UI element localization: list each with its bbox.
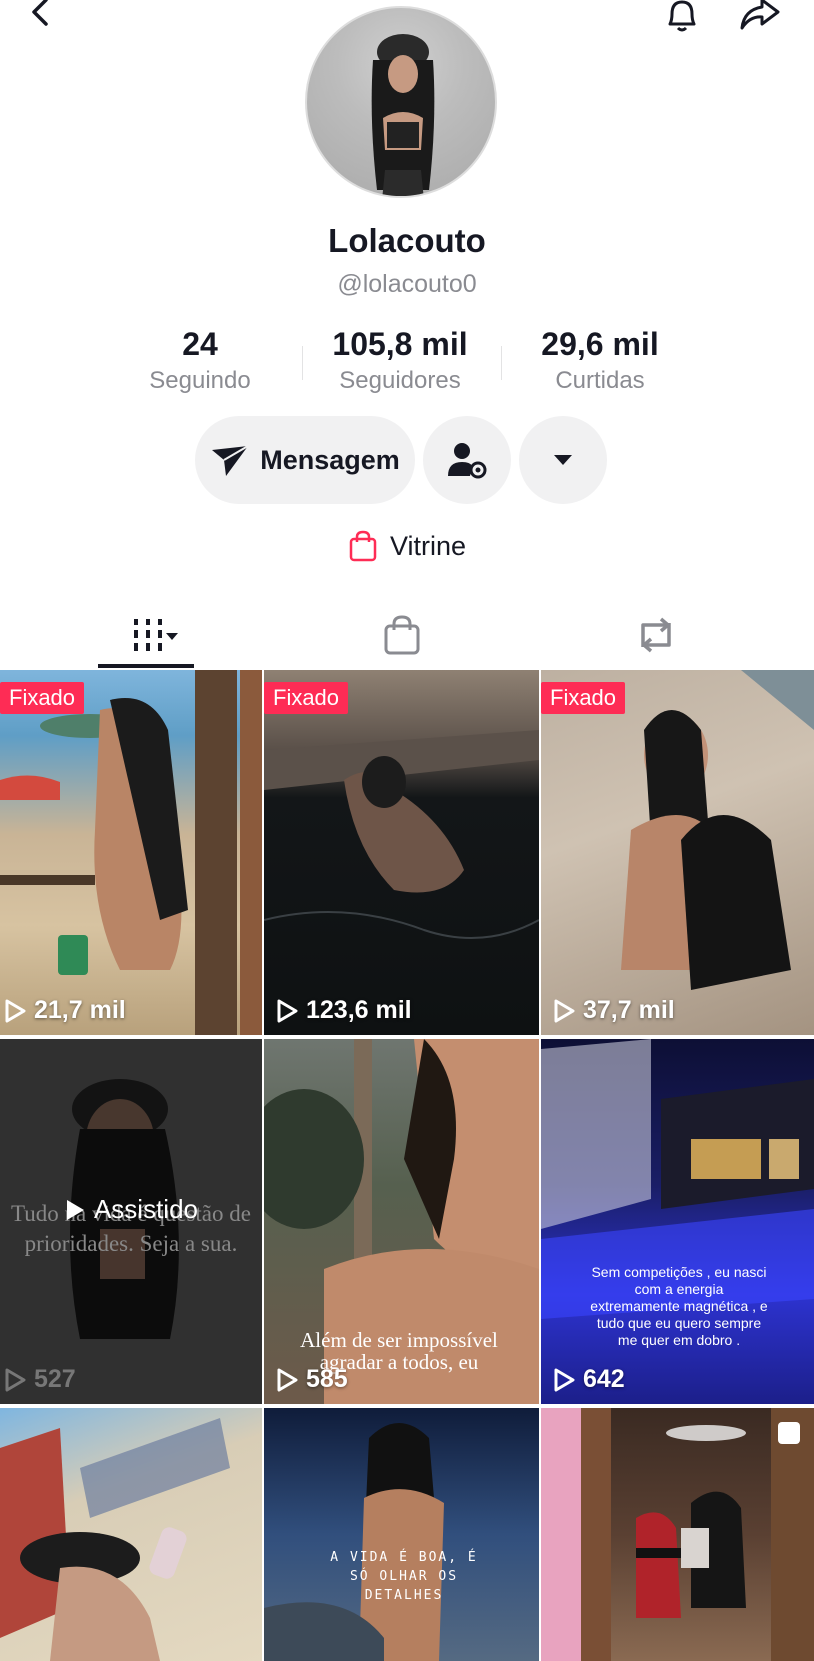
video-caption: Sem competições , eu nasci com a energia… xyxy=(590,1264,768,1348)
user-gear-icon xyxy=(448,443,487,479)
back-icon[interactable] xyxy=(22,0,58,34)
send-icon xyxy=(212,445,249,476)
play-icon xyxy=(554,999,575,1022)
message-button-label: Mensagem xyxy=(260,444,400,475)
video-image xyxy=(541,1039,814,1319)
profile-name: Lolacouto xyxy=(328,222,486,259)
video-thumbnail[interactable]: Sem competições , eu nasci com a energia… xyxy=(541,1039,814,1404)
video-image xyxy=(541,1408,814,1661)
video-thumbnail[interactable]: Além de ser impossível agradar a todos, … xyxy=(264,1039,539,1404)
active-tab-indicator xyxy=(98,664,194,668)
view-count-value: 37,7 mil xyxy=(583,996,675,1024)
stat-following[interactable]: 24 Seguindo xyxy=(100,326,300,395)
video-thumbnail[interactable]: A VIDA É BOA, É SÓ OLHAR OS DETALHES xyxy=(264,1408,539,1661)
view-count: 642 xyxy=(553,1365,625,1394)
video-image xyxy=(264,1423,444,1661)
video-thumbnail-watched[interactable]: Tudo na vida é questão de prioridades. S… xyxy=(0,1039,262,1404)
video-thumbnail[interactable]: Fixado 21,7 mil xyxy=(0,670,262,1035)
shop-bag-icon xyxy=(384,615,420,655)
video-thumbnail[interactable] xyxy=(0,1408,262,1661)
user-settings-button[interactable] xyxy=(423,416,511,504)
video-thumbnail[interactable] xyxy=(541,1408,814,1661)
view-count: 37,7 mil xyxy=(553,996,675,1025)
play-icon xyxy=(277,999,298,1022)
videos-grid-icon xyxy=(134,619,178,651)
caret-down-icon xyxy=(554,455,572,465)
stat-value: 105,8 mil xyxy=(332,326,468,362)
share-icon[interactable] xyxy=(736,0,784,38)
video-image xyxy=(621,670,814,990)
video-image xyxy=(0,1418,230,1661)
view-count-value: 123,6 mil xyxy=(306,996,412,1024)
stat-likes[interactable]: 29,6 mil Curtidas xyxy=(500,326,700,395)
stat-label: Seguindo xyxy=(149,367,251,394)
avatar[interactable] xyxy=(305,6,497,198)
view-count: 527 xyxy=(4,1365,76,1394)
play-icon xyxy=(554,1368,575,1391)
stat-value: 29,6 mil xyxy=(541,326,659,362)
stat-label: Seguidores xyxy=(339,367,461,394)
profile-stats: 24 Seguindo 105,8 mil Seguidores 29,6 mi… xyxy=(0,326,814,396)
play-icon xyxy=(277,1368,298,1391)
shopping-bag-icon xyxy=(349,530,377,562)
view-count-value: 642 xyxy=(583,1365,625,1393)
message-button[interactable]: Mensagem xyxy=(195,416,415,504)
video-thumbnail[interactable]: Fixado 123,6 mil xyxy=(264,670,539,1035)
play-icon xyxy=(5,1368,26,1391)
profile-actions: Mensagem xyxy=(0,416,814,504)
watched-text: Assistido xyxy=(93,1194,199,1224)
avatar-photo xyxy=(371,34,435,196)
vitrine-link[interactable]: Vitrine xyxy=(0,530,814,562)
pinned-badge: Fixado xyxy=(264,682,349,714)
view-count-value: 585 xyxy=(306,1365,348,1393)
vitrine-label: Vitrine xyxy=(389,530,467,561)
multi-photo-icon xyxy=(778,1422,800,1444)
pinned-badge: Fixado xyxy=(0,682,85,714)
tab-videos[interactable] xyxy=(98,600,194,670)
pinned-badge: Fixado xyxy=(541,682,626,714)
notification-bell-icon[interactable] xyxy=(660,0,704,38)
watched-label: Assistido xyxy=(0,1194,262,1225)
tab-reposts[interactable] xyxy=(608,600,704,670)
view-count: 21,7 mil xyxy=(4,996,126,1025)
stat-followers[interactable]: 105,8 mil Seguidores xyxy=(300,326,500,395)
stat-value: 24 xyxy=(182,326,218,362)
view-count: 123,6 mil xyxy=(276,996,412,1025)
view-count-value: 527 xyxy=(34,1365,76,1393)
video-grid: Fixado 21,7 mil Fixado 123,6 mil Fixado xyxy=(0,670,814,1661)
video-thumbnail[interactable]: Fixado 37,7 mil xyxy=(541,670,814,1035)
tab-shop[interactable] xyxy=(354,600,450,670)
repost-icon xyxy=(641,617,671,653)
video-image xyxy=(264,730,539,939)
play-icon xyxy=(66,1199,84,1220)
more-options-button[interactable] xyxy=(519,416,607,504)
profile-handle: @lolacouto0 xyxy=(337,270,477,298)
play-icon xyxy=(5,999,26,1022)
view-count: 585 xyxy=(276,1365,348,1394)
view-count-value: 21,7 mil xyxy=(34,996,126,1024)
stat-label: Curtidas xyxy=(555,367,645,394)
video-caption: A VIDA É BOA, É SÓ OLHAR OS DETALHES xyxy=(330,1550,478,1603)
content-tabs xyxy=(0,600,814,670)
video-image xyxy=(0,670,262,1035)
